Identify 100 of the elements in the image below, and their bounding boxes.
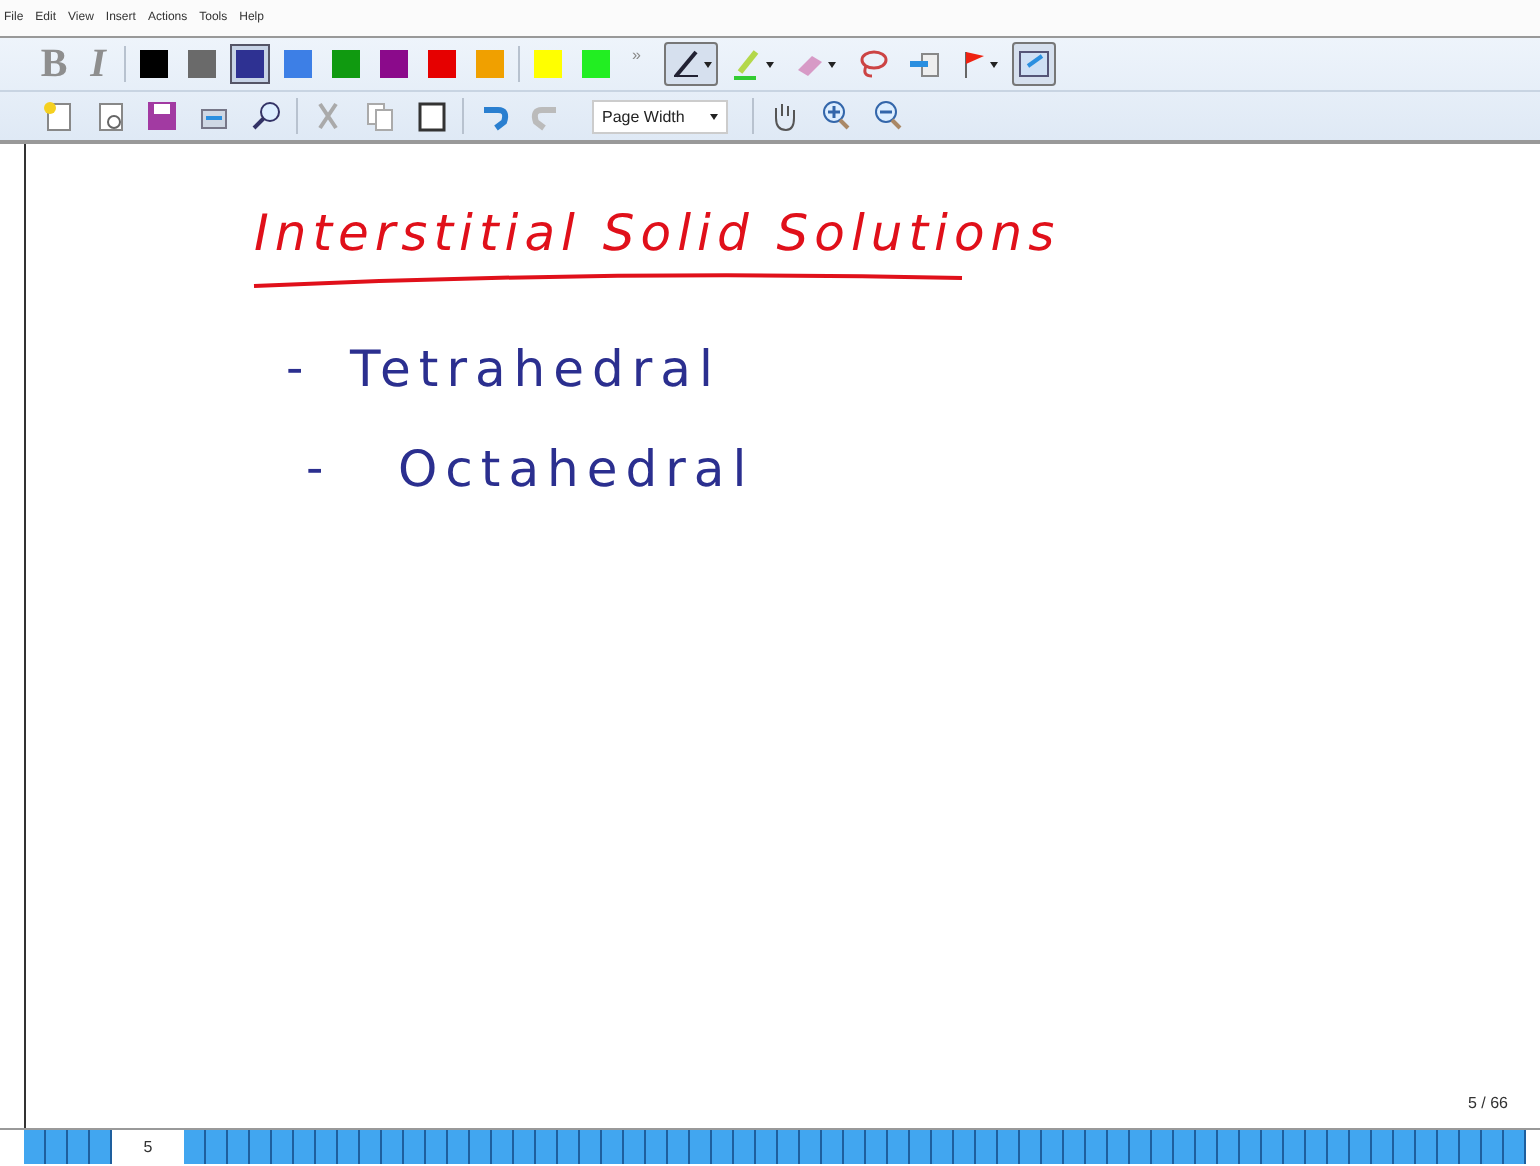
page-tab[interactable] bbox=[1328, 1130, 1350, 1164]
color-swatch[interactable] bbox=[326, 44, 366, 84]
eraser-icon bbox=[794, 50, 827, 78]
page-tab[interactable] bbox=[316, 1130, 338, 1164]
page-tab[interactable] bbox=[668, 1130, 690, 1164]
page-tab[interactable] bbox=[184, 1130, 206, 1164]
pen-button[interactable] bbox=[664, 42, 719, 86]
page-tab[interactable] bbox=[1086, 1130, 1108, 1164]
page-tab[interactable] bbox=[1152, 1130, 1174, 1164]
page-tab[interactable] bbox=[976, 1130, 998, 1164]
page-tab[interactable] bbox=[514, 1130, 536, 1164]
zoom-dropdown[interactable]: Page Width bbox=[592, 99, 728, 133]
open-icon bbox=[94, 100, 126, 132]
page-tab[interactable] bbox=[602, 1130, 624, 1164]
page-tab[interactable] bbox=[1394, 1130, 1416, 1164]
page-tab[interactable] bbox=[1284, 1130, 1306, 1164]
color-swatch[interactable] bbox=[576, 44, 616, 84]
page-tab[interactable] bbox=[1306, 1130, 1328, 1164]
page-tab[interactable] bbox=[1196, 1130, 1218, 1164]
color-swatch[interactable] bbox=[470, 44, 510, 84]
page-tab[interactable] bbox=[624, 1130, 646, 1164]
zoom-out-icon bbox=[872, 100, 904, 132]
page-tab[interactable] bbox=[24, 1130, 46, 1164]
color-swatch[interactable] bbox=[230, 44, 270, 84]
page-tab[interactable] bbox=[1504, 1130, 1526, 1164]
caret-icon bbox=[710, 113, 718, 119]
page-tab[interactable] bbox=[1174, 1130, 1196, 1164]
page-tab[interactable] bbox=[1438, 1130, 1460, 1164]
page-tab[interactable] bbox=[580, 1130, 602, 1164]
page-tab[interactable] bbox=[558, 1130, 580, 1164]
page-tab[interactable] bbox=[1130, 1130, 1152, 1164]
flag-icon bbox=[960, 48, 989, 80]
page-tab[interactable] bbox=[822, 1130, 844, 1164]
page-tab[interactable] bbox=[492, 1130, 514, 1164]
page-tab[interactable] bbox=[250, 1130, 272, 1164]
page-tab[interactable] bbox=[800, 1130, 822, 1164]
color-swatch[interactable] bbox=[278, 44, 318, 84]
page-tab[interactable] bbox=[1262, 1130, 1284, 1164]
page-tab[interactable] bbox=[1108, 1130, 1130, 1164]
page-tab[interactable] bbox=[998, 1130, 1020, 1164]
paste-icon bbox=[416, 100, 448, 132]
view-button[interactable] bbox=[1012, 42, 1057, 86]
page-tab[interactable] bbox=[690, 1130, 712, 1164]
insert-space-icon bbox=[908, 48, 941, 80]
lasso-icon bbox=[856, 48, 889, 80]
search-icon bbox=[250, 100, 282, 132]
page-tab[interactable] bbox=[448, 1130, 470, 1164]
color-swatch[interactable] bbox=[528, 44, 568, 84]
page-tab[interactable] bbox=[1240, 1130, 1262, 1164]
caret-icon bbox=[828, 61, 837, 67]
color-swatch[interactable] bbox=[422, 44, 462, 84]
page-tab[interactable] bbox=[756, 1130, 778, 1164]
page-tab[interactable] bbox=[426, 1130, 448, 1164]
page-tab[interactable] bbox=[866, 1130, 888, 1164]
caret-icon bbox=[704, 61, 713, 67]
page-tab[interactable] bbox=[360, 1130, 382, 1164]
page-tab[interactable] bbox=[1350, 1130, 1372, 1164]
page-tab[interactable] bbox=[68, 1130, 90, 1164]
save-icon bbox=[146, 100, 178, 132]
page-tab[interactable] bbox=[844, 1130, 866, 1164]
handwritten-title: Interstitial Solid Solutions bbox=[254, 204, 1061, 262]
page-tab[interactable] bbox=[536, 1130, 558, 1164]
page-tab[interactable] bbox=[338, 1130, 360, 1164]
page-tab[interactable] bbox=[646, 1130, 668, 1164]
copy-icon bbox=[364, 100, 396, 132]
page-tab[interactable] bbox=[206, 1130, 228, 1164]
page-tab[interactable] bbox=[1416, 1130, 1438, 1164]
page-tab[interactable] bbox=[1064, 1130, 1086, 1164]
page-tab[interactable] bbox=[778, 1130, 800, 1164]
page-tab[interactable] bbox=[1482, 1130, 1504, 1164]
page-tab[interactable] bbox=[382, 1130, 404, 1164]
page-tab[interactable] bbox=[90, 1130, 112, 1164]
color-swatch[interactable] bbox=[182, 44, 222, 84]
page-tab[interactable] bbox=[954, 1130, 976, 1164]
new-page-icon bbox=[42, 100, 74, 132]
page-tab[interactable] bbox=[46, 1130, 68, 1164]
page-tab[interactable] bbox=[712, 1130, 734, 1164]
handwritten-dash: - bbox=[286, 340, 304, 396]
page-tab[interactable] bbox=[272, 1130, 294, 1164]
current-page-number: 5 bbox=[141, 1136, 155, 1160]
page-tab[interactable] bbox=[932, 1130, 954, 1164]
page-tab[interactable] bbox=[1218, 1130, 1240, 1164]
page-tab[interactable] bbox=[910, 1130, 932, 1164]
page-tab[interactable] bbox=[1020, 1130, 1042, 1164]
page-tab[interactable] bbox=[888, 1130, 910, 1164]
color-swatch[interactable] bbox=[374, 44, 414, 84]
page-tab[interactable] bbox=[294, 1130, 316, 1164]
handwritten-text: Tetrahedral bbox=[350, 340, 721, 398]
caret-icon bbox=[990, 61, 999, 67]
page-tab[interactable] bbox=[404, 1130, 426, 1164]
page-tab[interactable] bbox=[228, 1130, 250, 1164]
color-swatch[interactable] bbox=[134, 44, 174, 84]
view-icon bbox=[1018, 48, 1051, 80]
page-tab[interactable] bbox=[734, 1130, 756, 1164]
page-tab[interactable] bbox=[470, 1130, 492, 1164]
zoom-in-icon bbox=[820, 100, 852, 132]
page-tab[interactable] bbox=[1460, 1130, 1482, 1164]
page-tab[interactable] bbox=[1042, 1130, 1064, 1164]
caret-icon bbox=[766, 61, 775, 67]
page-tab[interactable] bbox=[1372, 1130, 1394, 1164]
